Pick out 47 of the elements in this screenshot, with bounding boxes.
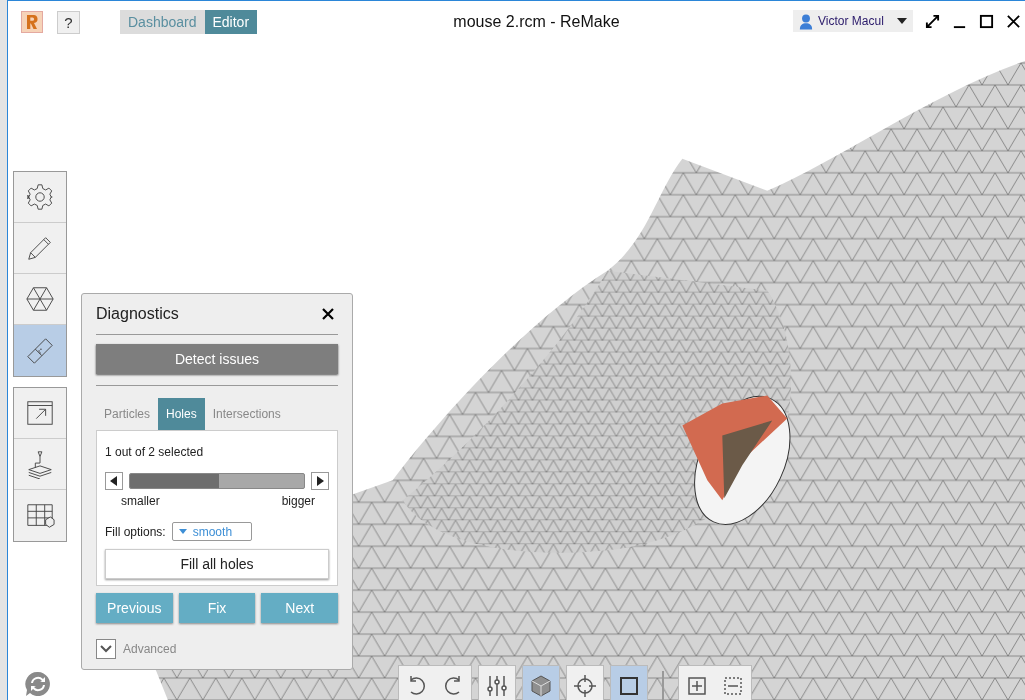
nav-tab[interactable]: Editor <box>204 10 258 34</box>
close-icon[interactable] <box>1006 13 1021 29</box>
panel-title: Diagnostics <box>96 305 179 323</box>
fill-options-label: Fill options: <box>105 524 166 539</box>
window-title: mouse 2.rcm - ReMake <box>452 13 620 31</box>
app-logo-icon <box>21 11 43 33</box>
printer-nozzle-icon <box>25 449 55 479</box>
bandage-icon <box>25 335 55 366</box>
maximize-icon[interactable] <box>979 13 994 29</box>
plus-square-icon <box>685 674 709 698</box>
slider-min-label: smaller <box>121 494 160 508</box>
tab[interactable]: Intersections <box>204 398 289 430</box>
slider-max-label: bigger <box>281 494 315 508</box>
hexagon-icon <box>25 284 55 314</box>
crosshair-icon <box>573 674 597 698</box>
user-icon <box>799 12 813 30</box>
toolbar-button[interactable] <box>566 665 604 700</box>
expand-toggle[interactable] <box>96 639 116 659</box>
right-arrow-button[interactable] <box>311 472 329 490</box>
size-slider[interactable] <box>129 473 305 489</box>
action-button[interactable]: Previous <box>96 593 173 623</box>
toolbar-button[interactable] <box>478 665 516 700</box>
sliders-icon <box>485 674 509 698</box>
settings-icon <box>25 182 55 212</box>
nav-tab[interactable]: Dashboard <box>120 10 205 34</box>
toolbar-button[interactable] <box>610 665 648 700</box>
left-arrow-button[interactable] <box>105 472 123 490</box>
user-menu[interactable]: Victor Macul <box>793 10 913 32</box>
fill-all-holes-button[interactable]: Fill all holes <box>105 549 329 579</box>
tab[interactable]: Holes <box>158 398 205 430</box>
help-button[interactable]: ? <box>57 10 80 34</box>
close-icon[interactable] <box>322 308 334 320</box>
action-button[interactable]: Fix <box>178 593 256 623</box>
chevron-icon <box>100 645 112 653</box>
sync-icon[interactable] <box>25 671 51 697</box>
action-button[interactable]: Next <box>261 593 338 623</box>
selection-count: 1 out of 2 selected <box>105 445 205 459</box>
square-icon <box>617 674 641 698</box>
fill-options-dropdown[interactable]: smooth <box>171 522 252 541</box>
caret-icon <box>897 18 907 24</box>
tab[interactable]: Particles <box>96 398 158 430</box>
fullscreen-icon[interactable] <box>925 13 940 29</box>
advanced-label: Advanced <box>123 642 177 656</box>
dashed-square-icon <box>721 674 745 698</box>
detect-issues-button[interactable]: Detect issues <box>96 344 338 374</box>
cube-icon <box>529 674 553 698</box>
caret-icon <box>178 529 187 534</box>
